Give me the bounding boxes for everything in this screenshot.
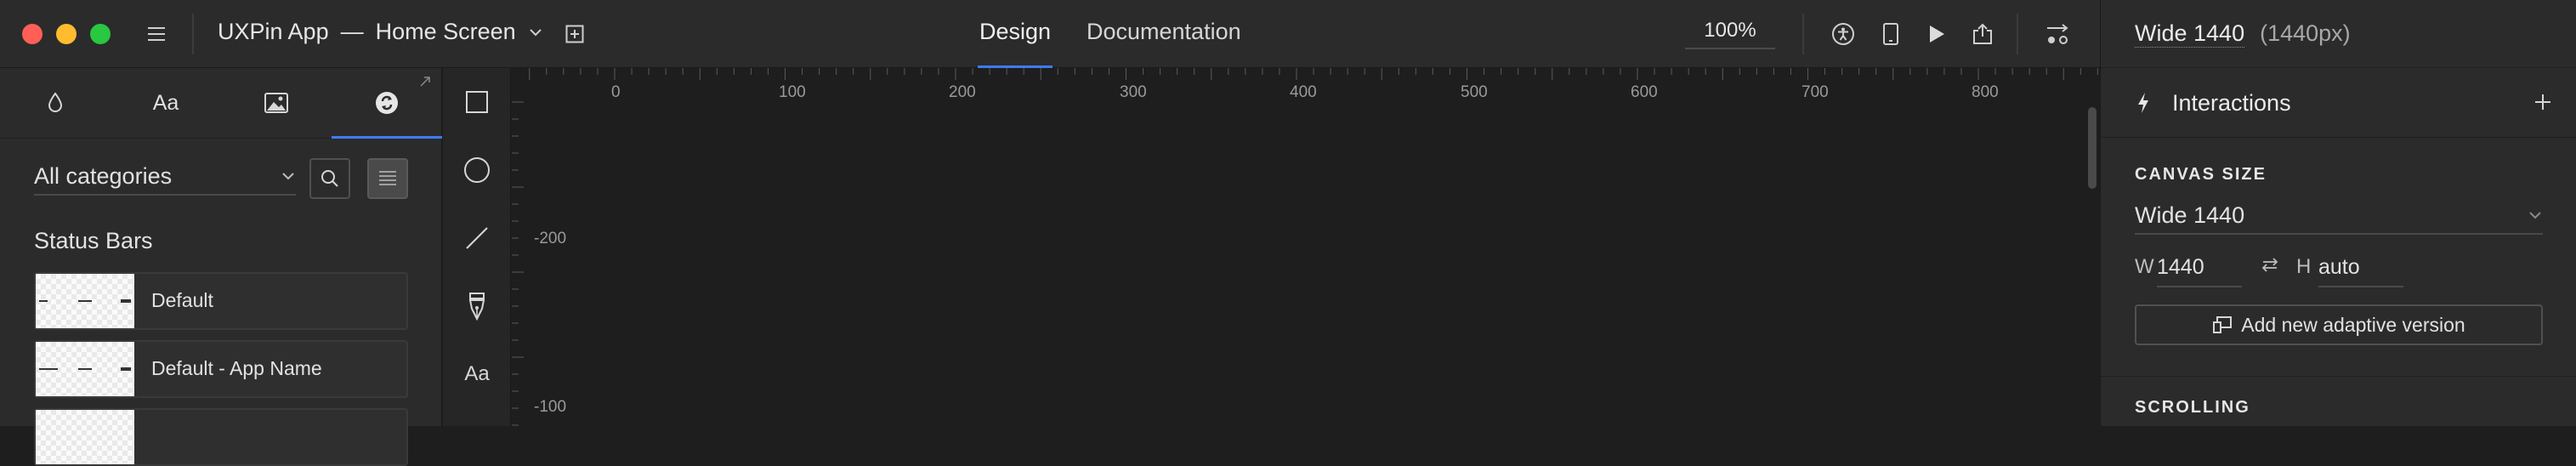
- tab-documentation[interactable]: Documentation: [1087, 19, 1241, 45]
- canvas-size-heading: CANVAS SIZE: [2135, 165, 2267, 184]
- vertical-ruler: [512, 101, 524, 426]
- accessibility-icon[interactable]: [1826, 17, 1860, 51]
- section-title: Status Bars: [34, 228, 153, 253]
- ruler-label: 200: [949, 83, 976, 101]
- ruler-label: -100: [534, 398, 567, 416]
- canvas-size-value: Wide 1440: [2135, 202, 2245, 228]
- link-dimensions-icon[interactable]: [2261, 257, 2279, 272]
- category-select[interactable]: All categories: [34, 158, 296, 196]
- tools-bar: Aa: [443, 68, 511, 426]
- active-tab-indicator: [332, 136, 442, 139]
- pen-tool-icon[interactable]: [458, 287, 496, 325]
- ruler-label: 500: [1461, 83, 1488, 101]
- divider: [192, 14, 194, 54]
- ruler-label: 0: [611, 83, 621, 101]
- image-icon: [264, 92, 289, 114]
- device-preview-icon[interactable]: [1874, 17, 1908, 51]
- tab-text-styles[interactable]: Aa: [111, 68, 221, 138]
- divider: [1802, 14, 1804, 54]
- design-canvas[interactable]: 0 100 200 300 400 500 600 700 800 -200 -…: [512, 68, 2100, 426]
- add-adaptive-version-button[interactable]: Add new adaptive version: [2135, 304, 2543, 345]
- tab-design[interactable]: Design: [979, 19, 1051, 45]
- library-panel: Aa All categories Status Bars Default De…: [0, 68, 442, 466]
- ruler-label: 100: [779, 83, 806, 101]
- list-view-icon: [377, 169, 398, 188]
- interactions-section: Interactions: [2101, 68, 2576, 138]
- breakpoint-header[interactable]: Wide 1440 (1440px): [2101, 0, 2576, 68]
- line-tool-icon[interactable]: [458, 219, 496, 257]
- menu-icon[interactable]: [139, 17, 173, 51]
- width-field[interactable]: 1440: [2157, 250, 2242, 287]
- adaptive-version-icon: [2212, 315, 2233, 334]
- add-adaptive-label: Add new adaptive version: [2241, 313, 2465, 336]
- item-thumbnail: [36, 274, 134, 328]
- tab-colors[interactable]: [0, 68, 111, 138]
- lightning-icon: [2136, 92, 2150, 114]
- divider: [2017, 14, 2018, 54]
- ruler-label: 700: [1801, 83, 1829, 101]
- interactions-label: Interactions: [2172, 90, 2291, 116]
- height-label: H: [2296, 255, 2312, 278]
- ruler-label: 300: [1120, 83, 1147, 101]
- color-drop-icon: [46, 91, 65, 115]
- item-thumbnail: [36, 342, 134, 396]
- window-close-button[interactable]: [22, 24, 43, 44]
- add-interaction-button[interactable]: [2533, 92, 2553, 112]
- library-item[interactable]: Default - App Name: [34, 340, 408, 398]
- share-icon[interactable]: [1966, 17, 2000, 51]
- height-field[interactable]: auto: [2318, 250, 2403, 287]
- item-label: Default: [151, 289, 213, 311]
- canvas-size-select[interactable]: Wide 1440: [2135, 197, 2543, 235]
- document-title[interactable]: UXPin App — Home Screen: [218, 19, 543, 45]
- item-label: Default - App Name: [151, 357, 322, 379]
- scrolling-heading: SCROLLING: [2135, 398, 2250, 417]
- list-view-button[interactable]: [367, 158, 408, 199]
- settings-sliders-icon[interactable]: [2040, 17, 2074, 51]
- search-button[interactable]: [309, 158, 350, 199]
- search-icon: [320, 168, 340, 189]
- chevron-down-icon: [528, 27, 543, 37]
- ruler-label: -200: [534, 230, 567, 247]
- ruler-label: 800: [1972, 83, 1999, 101]
- chevron-down-icon: [2528, 210, 2543, 220]
- expand-arrow-icon[interactable]: [418, 75, 432, 88]
- ellipse-tool-icon[interactable]: [458, 151, 496, 189]
- chevron-down-icon: [281, 171, 296, 181]
- category-select-value: All categories: [34, 162, 173, 189]
- add-page-icon[interactable]: [558, 17, 592, 51]
- tab-assets[interactable]: [221, 68, 332, 138]
- canvas-scrollbar[interactable]: [2088, 107, 2097, 189]
- properties-panel: Wide 1440 (1440px) Interactions CANVAS S…: [2100, 0, 2576, 426]
- breakpoint-size: (1440px): [2260, 20, 2351, 46]
- window-minimize-button[interactable]: [56, 24, 77, 44]
- play-icon[interactable]: [1920, 17, 1954, 51]
- library-item[interactable]: Default: [34, 272, 408, 330]
- divider: [2101, 376, 2576, 377]
- item-thumbnail: [36, 410, 134, 464]
- design-system-icon: [374, 90, 400, 116]
- zoom-level-field[interactable]: 100%: [1685, 19, 1775, 49]
- top-toolbar: UXPin App — Home Screen Design Documenta…: [0, 0, 2100, 68]
- title-separator: —: [340, 19, 364, 44]
- library-item[interactable]: [34, 408, 408, 466]
- ruler-label: 400: [1290, 83, 1317, 101]
- text-tool[interactable]: Aa: [458, 355, 496, 393]
- rectangle-tool-icon[interactable]: [458, 83, 496, 121]
- ruler-label: 600: [1631, 83, 1658, 101]
- width-label: W: [2135, 255, 2154, 278]
- breakpoint-name: Wide 1440: [2135, 20, 2245, 48]
- screen-name: Home Screen: [375, 19, 516, 44]
- window-maximize-button[interactable]: [90, 24, 111, 44]
- project-name: UXPin App: [218, 19, 329, 44]
